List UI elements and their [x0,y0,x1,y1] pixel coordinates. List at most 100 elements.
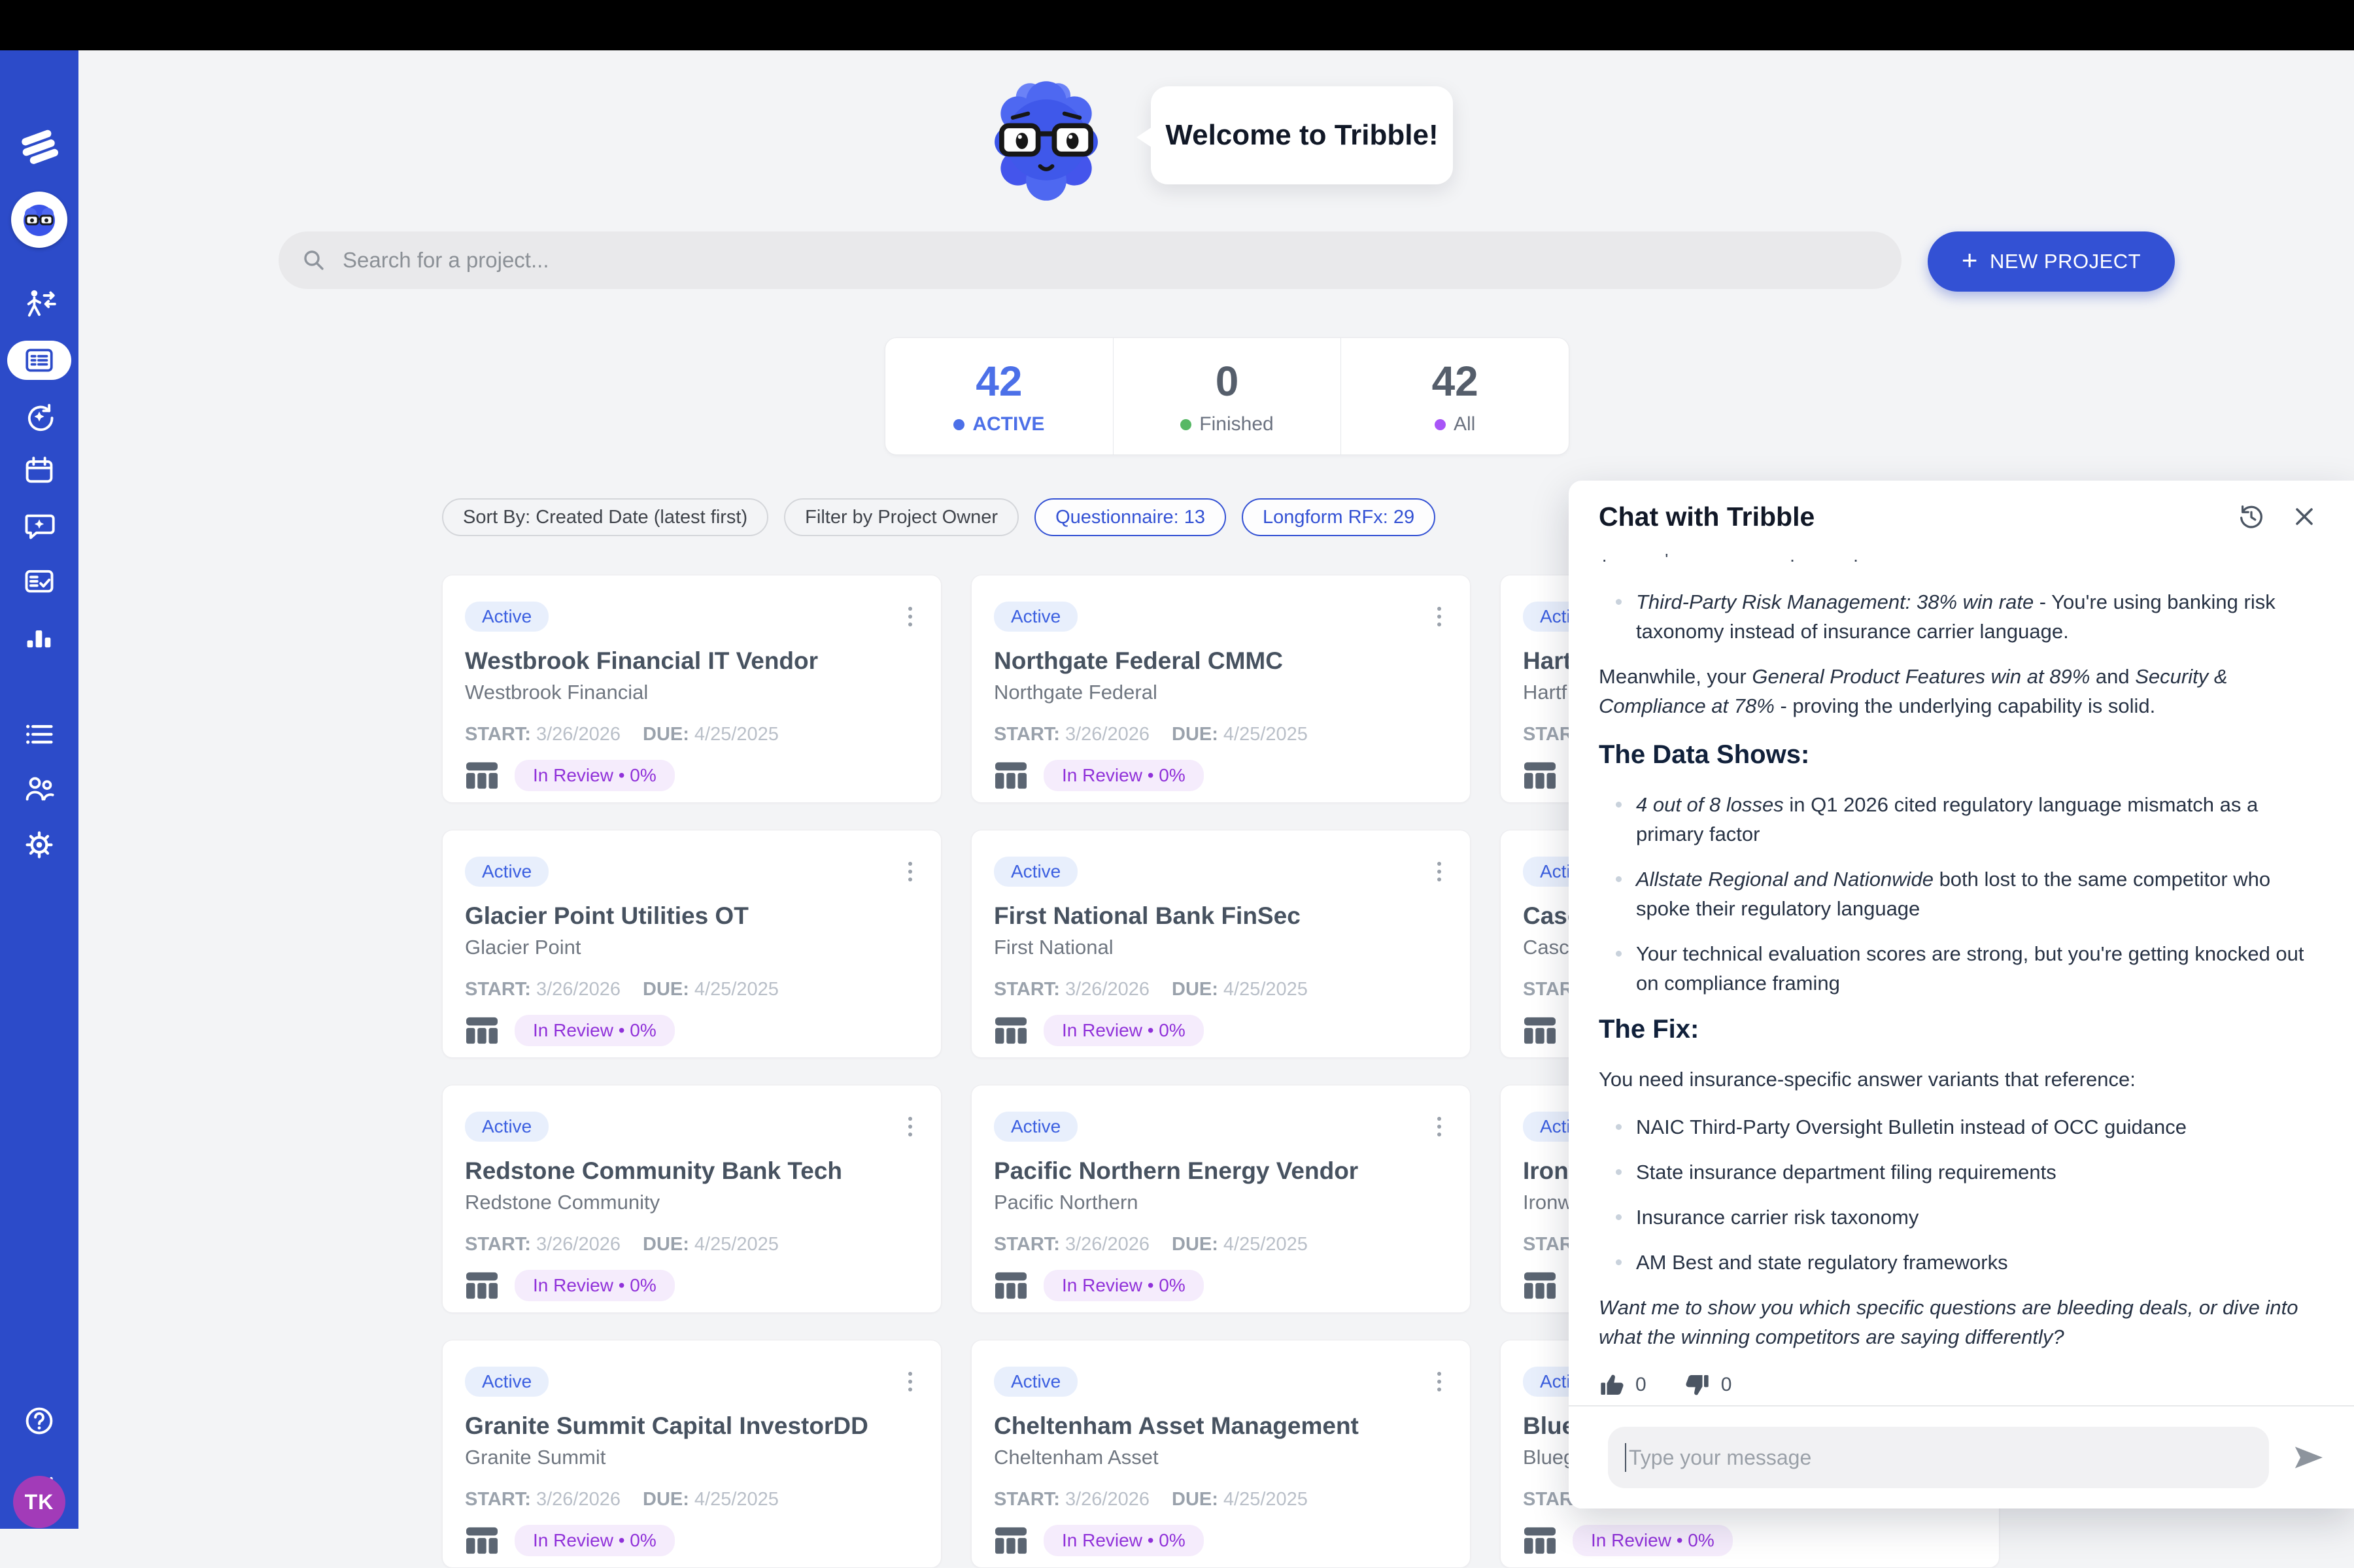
chat-header: Chat with Tribble [1569,481,2354,553]
new-project-button[interactable]: + NEW PROJECT [1928,231,2175,292]
project-company: Pacific Northern [994,1191,1448,1214]
send-button[interactable] [2291,1443,2325,1472]
project-dates: START:3/26/2026 DUE:4/25/2025 [465,1234,919,1255]
project-card[interactable]: Active Granite Summit Capital InvestorDD… [442,1340,942,1568]
sidebar-item-sync[interactable] [0,400,78,434]
project-card[interactable]: Active Cheltenham Asset Management Chelt… [971,1340,1471,1568]
chat-heading: The Data Shows: [1599,739,2316,770]
card-menu-icon[interactable] [1431,1367,1448,1397]
chat-message-input[interactable] [1629,1446,2252,1470]
sidebar-item-analytics[interactable] [0,621,78,655]
chat-messages: Third-Party Risk Management: 38% win rat… [1599,554,2316,1404]
stat-finished-value: 0 [1216,357,1239,405]
questionnaire-grid-icon [465,1015,499,1046]
progress-badge: In Review • 0% [1044,1270,1204,1301]
stat-all-label: All [1454,413,1475,435]
chat-bullet-item: Insurance carrier risk taxonomy [1599,1202,2316,1232]
sidebar-item-team[interactable] [0,772,78,806]
stat-finished-label: Finished [1199,413,1273,435]
card-menu-icon[interactable] [1431,1112,1448,1142]
chat-footer [1569,1405,2354,1508]
sidebar-item-tasks[interactable] [0,564,78,598]
all-dot [1435,419,1446,430]
project-dates: START:3/26/2026 DUE:4/25/2025 [994,1489,1448,1510]
bullet-dot-icon [1616,1259,1622,1265]
user-avatar[interactable]: TK [13,1476,65,1528]
project-card[interactable]: Active Redstone Community Bank Tech Reds… [442,1085,942,1313]
project-card[interactable]: Active Pacific Northern Energy Vendor Pa… [971,1085,1471,1313]
card-menu-icon[interactable] [902,857,919,887]
thumbs-up-button[interactable] [1599,1372,1625,1398]
card-menu-icon[interactable] [1431,857,1448,887]
longform-rfx-chip[interactable]: Longform RFx: 29 [1242,498,1435,536]
text-caret [1625,1443,1626,1472]
sidebar-item-settings[interactable] [0,828,78,862]
sidebar-item-queue[interactable] [0,717,78,751]
project-card[interactable]: Active Northgate Federal CMMC Northgate … [971,575,1471,803]
project-company: First National [994,936,1448,959]
assistant-avatar-icon[interactable] [0,192,78,248]
card-menu-icon[interactable] [902,1367,919,1397]
finished-dot [1180,419,1191,430]
plus-icon: + [1962,247,1978,274]
project-title: First National Bank FinSec [994,902,1448,930]
sidebar: TK [0,50,78,1529]
stat-active[interactable]: 42 ACTIVE [885,338,1113,454]
chat-bullet-item: 4 out of 8 losses in Q1 2026 cited regul… [1599,790,2316,849]
progress-badge: In Review • 0% [1573,1525,1733,1556]
thumbs-down-button[interactable] [1684,1372,1711,1398]
card-menu-icon[interactable] [902,602,919,632]
filter-chips: Sort By: Created Date (latest first) Fil… [442,498,1435,536]
stat-active-label: ACTIVE [972,413,1044,435]
questionnaire-grid-icon [1523,1525,1557,1556]
status-badge: Active [994,602,1078,632]
tribble-logo-icon[interactable] [0,126,78,168]
project-company: Redstone Community [465,1191,919,1214]
project-search[interactable] [279,231,1902,289]
questionnaire-grid-icon [465,1270,499,1301]
welcome-bubble: Welcome to Tribble! [1151,86,1453,184]
sidebar-item-handoff[interactable] [0,288,78,322]
sidebar-item-projects-active[interactable] [7,341,71,380]
project-title: Pacific Northern Energy Vendor [994,1157,1448,1185]
tribble-mascot [984,77,1108,205]
project-title: Granite Summit Capital InvestorDD [465,1412,919,1440]
card-menu-icon[interactable] [902,1112,919,1142]
chat-bullet-item: Your technical evaluation scores are str… [1599,939,2316,998]
status-badge: Active [994,1367,1078,1397]
help-icon[interactable] [0,1404,78,1438]
project-stats-card: 42 ACTIVE 0 Finished 42 All [885,337,1569,455]
search-input[interactable] [343,248,1879,273]
history-icon[interactable] [2236,502,2266,532]
chat-bullet-item: AM Best and state regulatory frameworks [1599,1248,2316,1277]
user-initials: TK [25,1490,54,1514]
questionnaire-grid-icon [994,1270,1028,1301]
bullet-dot-icon [1616,876,1622,882]
project-card[interactable]: Active Westbrook Financial IT Vendor Wes… [442,575,942,803]
sidebar-item-chat-assist[interactable] [0,509,78,543]
bullet-dot-icon [1616,1124,1622,1130]
filter-owner-chip[interactable]: Filter by Project Owner [784,498,1019,536]
stat-active-value: 42 [976,357,1022,405]
top-black-bar [0,0,2354,50]
sidebar-item-calendar[interactable] [0,454,78,488]
search-icon [301,247,327,273]
questionnaire-chip[interactable]: Questionnaire: 13 [1034,498,1226,536]
sort-by-chip[interactable]: Sort By: Created Date (latest first) [442,498,768,536]
project-company: Granite Summit [465,1446,919,1469]
thumbs-down-count: 0 [1721,1370,1732,1399]
chat-input-box[interactable] [1608,1427,2269,1488]
active-dot [953,419,964,430]
chat-bullet-item: Third-Party Risk Management: 38% win rat… [1599,587,2316,646]
project-card[interactable]: Active First National Bank FinSec First … [971,830,1471,1058]
stat-all[interactable]: 42 All [1340,338,1569,454]
card-menu-icon[interactable] [1431,602,1448,632]
progress-badge: In Review • 0% [1044,1015,1204,1046]
project-title: Cheltenham Asset Management [994,1412,1448,1440]
bullet-dot-icon [1616,1169,1622,1175]
project-card[interactable]: Active Glacier Point Utilities OT Glacie… [442,830,942,1058]
close-icon[interactable] [2291,503,2317,530]
status-badge: Active [994,1112,1078,1142]
questionnaire-grid-icon [1523,1015,1557,1046]
stat-finished[interactable]: 0 Finished [1113,338,1341,454]
